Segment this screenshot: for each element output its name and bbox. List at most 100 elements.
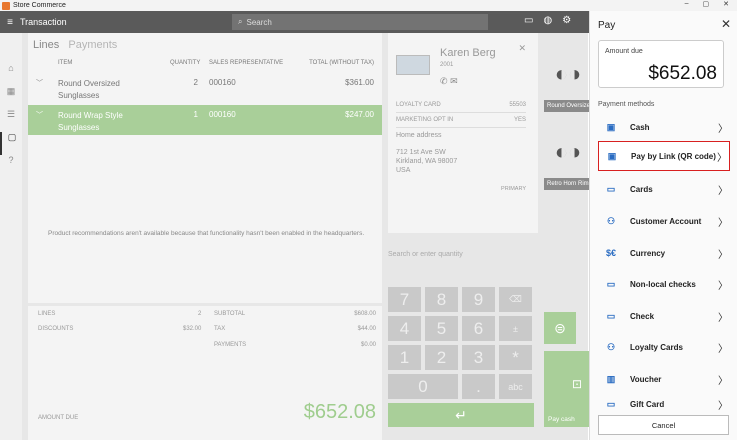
payment-method-pay-by-link[interactable]: ▣ Pay by Link (QR code) 〉: [598, 141, 730, 171]
payment-method-gift-card[interactable]: ▭ Gift Card 〉: [598, 395, 730, 413]
globe-icon[interactable]: ◍: [543, 15, 552, 26]
address-block: 712 1st Ave SW Kirkland, WA 98007 USA: [396, 148, 457, 175]
loyalty-card-label: LOYALTY CARD: [396, 102, 441, 108]
payment-method-label: Customer Account: [630, 216, 702, 226]
pay-cash-button[interactable]: ⊡ Pay cash: [544, 351, 590, 427]
key-8[interactable]: 8: [425, 287, 458, 312]
amount-due-value: $652.08: [303, 401, 376, 423]
customer-card: Karen Berg 2001 ✆ ✉ ✕ LOYALTY CARD 55503…: [388, 33, 538, 233]
payment-method-cash[interactable]: ▣ Cash 〉: [598, 112, 730, 142]
window-title: Store Commerce: [13, 2, 66, 9]
email-icon[interactable]: ✉: [450, 76, 458, 86]
key-5[interactable]: 5: [425, 316, 458, 341]
primary-badge: PRIMARY: [501, 186, 526, 192]
maximize-button[interactable]: ▢: [703, 0, 710, 8]
line-item-total: $361.00: [345, 78, 374, 87]
phone-icon[interactable]: ✆: [440, 76, 448, 86]
product-tiles: ◐◑ Round Oversized Sunglasses ◐◑ Retro H…: [542, 33, 590, 440]
key-0[interactable]: 0: [388, 374, 458, 399]
payment-method-loyalty-cards[interactable]: ⚇ Loyalty Cards 〉: [598, 332, 730, 362]
hamburger-menu-icon[interactable]: ≡: [0, 17, 20, 28]
cancel-button[interactable]: Cancel: [598, 415, 729, 435]
payment-method-label: Cards: [630, 184, 653, 194]
chat-icon[interactable]: ▭: [524, 15, 533, 26]
customer-name[interactable]: Karen Berg: [440, 47, 496, 59]
lines-count-label: LINES: [38, 311, 56, 317]
cash-icon: ▣: [606, 121, 616, 132]
table-row[interactable]: ﹀ Round Oversized Sunglasses 2 000160 $3…: [28, 73, 382, 103]
chevron-right-icon: 〉: [718, 280, 728, 292]
chevron-right-icon: 〉: [717, 152, 727, 164]
payment-method-customer-account[interactable]: ⚇ Customer Account 〉: [598, 206, 730, 236]
voucher-icon: ▥: [606, 373, 616, 384]
left-navigation: ⌂ ▦ ☰ ▢ ?: [0, 33, 22, 440]
gift-card-icon: ▭: [606, 398, 616, 409]
amount-due-label: AMOUNT DUE: [38, 415, 79, 421]
key-6[interactable]: 6: [462, 316, 495, 341]
abc-key[interactable]: abc: [499, 374, 532, 399]
line-item-rep: 000160: [209, 78, 236, 87]
tab-lines[interactable]: Lines: [33, 39, 59, 51]
settings-icon[interactable]: ⚙: [562, 15, 571, 26]
address-line: 712 1st Ave SW: [396, 149, 446, 156]
sunglasses-image[interactable]: ◐◑: [546, 57, 590, 91]
key-2[interactable]: 2: [425, 345, 458, 370]
plus-minus-key[interactable]: ±: [499, 316, 532, 341]
enter-key[interactable]: ↵: [388, 403, 534, 427]
line-item-total: $247.00: [345, 110, 374, 119]
product-tile-label[interactable]: Retro Horn Rimmed Sunglasses: [544, 178, 590, 190]
key-3[interactable]: 3: [462, 345, 495, 370]
chevron-right-icon: 〉: [718, 375, 728, 387]
table-row[interactable]: ﹀ Round Wrap Style Sunglasses 1 000160 $…: [28, 105, 382, 135]
chevron-down-icon[interactable]: ﹀: [36, 78, 43, 88]
payment-method-check[interactable]: ▭ Check 〉: [598, 301, 730, 331]
key-9[interactable]: 9: [462, 287, 495, 312]
customer-id: 2001: [440, 62, 454, 68]
column-quantity: QUANTITY: [170, 60, 201, 66]
discounts-label: DISCOUNTS: [38, 326, 74, 332]
orders-icon[interactable]: ☰: [0, 109, 22, 132]
currency-icon: $€: [605, 248, 616, 258]
key-4[interactable]: 4: [388, 316, 421, 341]
products-icon[interactable]: ▦: [0, 86, 22, 109]
subtotal-label: SUBTOTAL: [214, 311, 246, 317]
payment-method-non-local-checks[interactable]: ▭ Non-local checks 〉: [598, 269, 730, 299]
close-icon[interactable]: ✕: [518, 43, 526, 54]
totals-panel: LINES 2 DISCOUNTS $32.00 SUBTOTAL $608.0…: [28, 306, 382, 440]
multiply-key[interactable]: *: [499, 345, 532, 370]
payment-method-voucher[interactable]: ▥ Voucher 〉: [598, 364, 730, 394]
backspace-key[interactable]: ⌫: [499, 287, 532, 312]
sunglasses-image[interactable]: ◐◑: [546, 135, 590, 169]
key-1[interactable]: 1: [388, 345, 421, 370]
app-logo-icon: [2, 1, 10, 10]
line-item-rep: 000160: [209, 110, 236, 119]
transaction-icon[interactable]: ▢: [0, 132, 22, 155]
tab-payments[interactable]: Payments: [68, 39, 117, 51]
help-icon[interactable]: ?: [0, 155, 22, 178]
product-tile-label[interactable]: Round Oversized Sunglasses: [544, 100, 590, 112]
decimal-key[interactable]: .: [462, 374, 495, 399]
payment-method-cards[interactable]: ▭ Cards 〉: [598, 174, 730, 204]
chevron-right-icon: 〉: [718, 343, 728, 355]
payment-methods-heading: Payment methods: [598, 101, 655, 108]
payment-method-label: Currency: [630, 248, 666, 258]
minimize-button[interactable]: –: [685, 0, 689, 8]
amount-due-box: Amount due $652.08: [598, 40, 724, 88]
payment-method-label: Voucher: [630, 374, 662, 384]
payment-method-currency[interactable]: $€ Currency 〉: [598, 238, 730, 268]
search-input[interactable]: ⌕ Search: [232, 14, 488, 30]
payment-method-label: Gift Card: [630, 399, 665, 409]
key-7[interactable]: 7: [388, 287, 421, 312]
home-icon[interactable]: ⌂: [0, 63, 22, 86]
payment-method-label: Pay by Link (QR code): [631, 151, 716, 161]
chevron-right-icon: 〉: [718, 217, 728, 229]
close-icon[interactable]: ✕: [721, 17, 731, 31]
loyalty-card-icon: ⚇: [606, 341, 616, 352]
customer-account-icon: ⚇: [606, 215, 616, 226]
quantity-search-input[interactable]: Search or enter quantity: [388, 251, 463, 258]
chevron-down-icon[interactable]: ﹀: [36, 110, 43, 120]
divider: [396, 127, 526, 128]
quick-action-button[interactable]: ⊜: [544, 312, 576, 344]
close-window-button[interactable]: ✕: [723, 0, 729, 8]
column-total: TOTAL (WITHOUT TAX): [309, 60, 374, 66]
